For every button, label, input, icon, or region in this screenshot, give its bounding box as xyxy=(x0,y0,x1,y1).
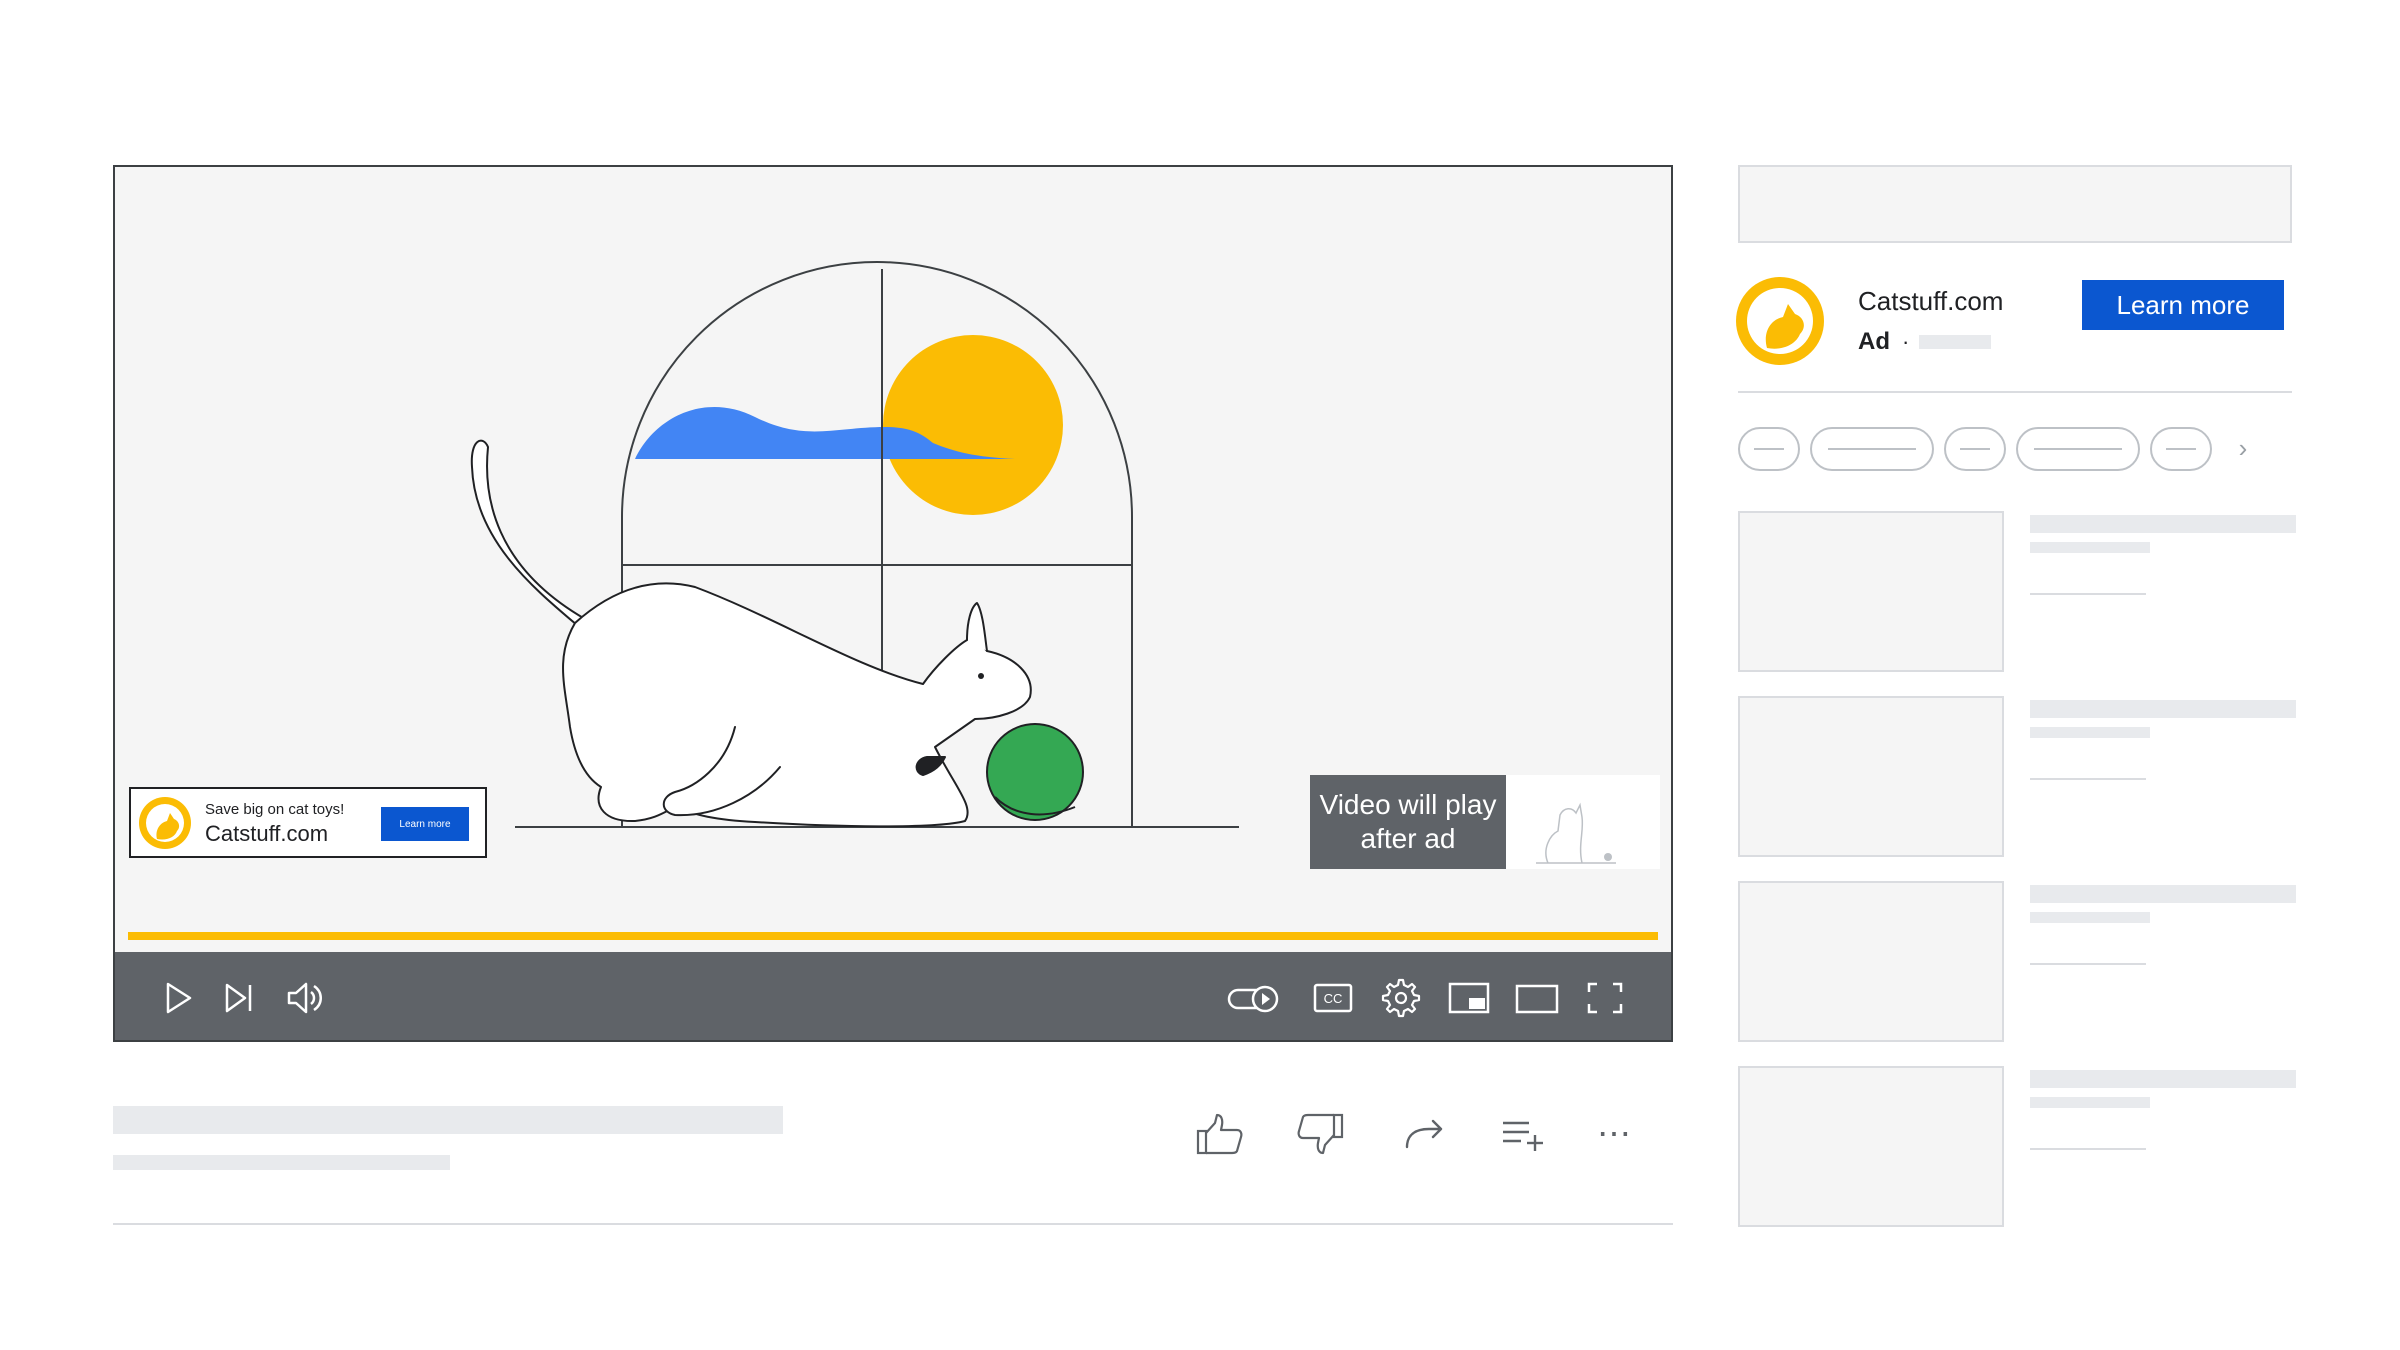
related-video-title-placeholder xyxy=(2030,885,2296,903)
miniplayer-icon xyxy=(1448,982,1490,1014)
video-title-placeholder xyxy=(113,1106,783,1134)
related-video-channel-placeholder xyxy=(2030,542,2150,553)
sidebar-banner-placeholder xyxy=(1738,165,2292,243)
related-video-thumbnail[interactable] xyxy=(1738,696,2004,857)
video-will-play-message: Video will play after ad xyxy=(1310,775,1506,869)
filter-chip[interactable] xyxy=(1738,427,1800,471)
share-icon xyxy=(1405,1119,1443,1149)
settings-button[interactable] xyxy=(1377,974,1425,1022)
like-button[interactable] xyxy=(1192,1110,1248,1158)
gear-icon xyxy=(1381,978,1421,1018)
related-video-meta-placeholder xyxy=(2030,593,2146,595)
sun-illustration xyxy=(883,335,1063,515)
ad-meta-placeholder xyxy=(1919,335,1992,349)
fullscreen-button[interactable] xyxy=(1581,974,1629,1022)
thumbs-down-icon xyxy=(1297,1113,1344,1155)
related-video-channel-placeholder xyxy=(2030,727,2150,738)
filter-chip[interactable] xyxy=(1810,427,1934,471)
related-video-meta-placeholder xyxy=(2030,778,2146,780)
theater-mode-button[interactable] xyxy=(1513,974,1561,1022)
overlay-ad-domain: Catstuff.com xyxy=(205,821,329,846)
sidebar-ad-meta: Ad · xyxy=(1858,328,1992,356)
volume-icon xyxy=(287,982,322,1014)
related-video-thumbnail[interactable] xyxy=(1738,881,2004,1042)
related-video-channel-placeholder xyxy=(2030,912,2150,923)
share-button[interactable] xyxy=(1396,1110,1452,1158)
miniplayer-button[interactable] xyxy=(1445,974,1493,1022)
captions-button[interactable]: CC xyxy=(1309,974,1357,1022)
theater-mode-icon xyxy=(1515,984,1559,1014)
volume-button[interactable] xyxy=(281,974,329,1022)
autoplay-toggle[interactable] xyxy=(1225,974,1285,1022)
catstuff-logo-icon xyxy=(139,797,191,849)
svg-text:CC: CC xyxy=(1324,991,1343,1006)
overlay-ad-learn-more-button[interactable]: Learn more xyxy=(381,807,469,841)
related-video-thumbnail[interactable] xyxy=(1738,511,2004,672)
video-preview-thumbnail xyxy=(1506,775,1660,869)
filter-chip[interactable] xyxy=(2016,427,2140,471)
related-video-thumbnail[interactable] xyxy=(1738,1066,2004,1227)
overlay-ad-banner[interactable]: Save big on cat toys! Catstuff.com Learn… xyxy=(129,787,487,858)
next-button[interactable] xyxy=(215,974,263,1022)
related-video-title-placeholder xyxy=(2030,700,2296,718)
related-video-meta-placeholder xyxy=(2030,1148,2146,1150)
autoplay-toggle-icon xyxy=(1227,985,1279,1013)
related-video-meta-placeholder xyxy=(2030,963,2146,965)
play-icon xyxy=(166,982,192,1014)
chips-next-arrow[interactable]: › xyxy=(2228,433,2258,463)
thumbs-up-icon xyxy=(1196,1113,1243,1155)
fullscreen-icon xyxy=(1587,982,1623,1014)
catstuff-logo-icon[interactable] xyxy=(1733,274,1827,368)
captions-icon: CC xyxy=(1313,983,1353,1013)
filter-chip[interactable] xyxy=(2150,427,2212,471)
separator-dot: · xyxy=(1902,329,1910,354)
filter-chip[interactable] xyxy=(1944,427,2006,471)
related-video-channel-placeholder xyxy=(2030,1097,2150,1108)
related-video-title-placeholder xyxy=(2030,515,2296,533)
playlist-add-icon xyxy=(1503,1121,1543,1151)
divider xyxy=(113,1223,1673,1225)
more-actions-button[interactable]: ⋯ xyxy=(1586,1110,1642,1158)
more-horizontal-icon: ⋯ xyxy=(1597,1115,1631,1153)
dislike-button[interactable] xyxy=(1292,1110,1348,1158)
ball-illustration xyxy=(986,723,1084,821)
chevron-right-icon: › xyxy=(2238,432,2248,463)
video-preview-box[interactable]: Video will play after ad xyxy=(1310,775,1660,869)
player-controls-bar: CC xyxy=(115,952,1671,1040)
sidebar-learn-more-button[interactable]: Learn more xyxy=(2082,280,2284,330)
ad-badge: Ad xyxy=(1858,328,1890,355)
overlay-ad-tagline: Save big on cat toys! xyxy=(205,801,345,818)
ad-progress-bar[interactable] xyxy=(128,932,1658,940)
video-player[interactable]: Save big on cat toys! Catstuff.com Learn… xyxy=(113,165,1673,1042)
video-meta-placeholder xyxy=(113,1155,450,1170)
divider xyxy=(1738,391,2292,393)
sidebar-ad-domain[interactable]: Catstuff.com xyxy=(1858,286,2003,317)
save-to-playlist-button[interactable] xyxy=(1496,1110,1552,1158)
skip-next-icon xyxy=(225,983,252,1013)
related-video-title-placeholder xyxy=(2030,1070,2296,1088)
play-button[interactable] xyxy=(153,974,201,1022)
